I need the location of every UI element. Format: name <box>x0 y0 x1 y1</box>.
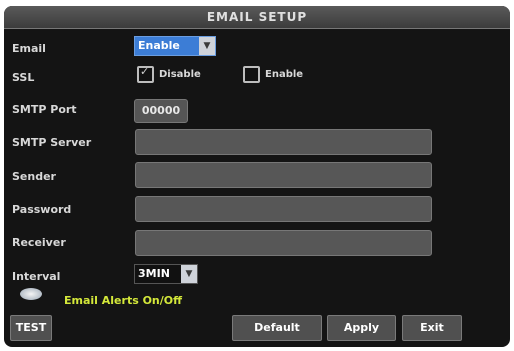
chevron-down-icon: ▼ <box>181 265 197 283</box>
email-setup-dialog: EMAIL SETUP Email Enable ▼ SSL Disable E… <box>4 6 510 347</box>
interval-dropdown[interactable]: 3MIN ▼ <box>134 264 198 284</box>
alert-icon[interactable] <box>20 288 42 300</box>
dialog-title: EMAIL SETUP <box>206 10 308 24</box>
interval-value: 3MIN <box>138 267 170 280</box>
ssl-enable-label: Enable <box>265 69 304 80</box>
email-alerts-toggle-label[interactable]: Email Alerts On/Off <box>64 294 182 307</box>
smtp-server-input[interactable] <box>135 129 432 155</box>
apply-button[interactable]: Apply <box>327 315 396 341</box>
password-label: Password <box>12 203 72 216</box>
interval-label: Interval <box>12 270 61 283</box>
default-button[interactable]: Default <box>232 315 322 341</box>
title-bar: EMAIL SETUP <box>4 6 510 29</box>
test-button[interactable]: TEST <box>10 315 52 341</box>
smtp-server-label: SMTP Server <box>12 136 92 149</box>
email-value: Enable <box>138 39 180 52</box>
ssl-disable-checkbox[interactable] <box>137 65 154 83</box>
exit-button[interactable]: Exit <box>402 315 462 341</box>
password-input[interactable] <box>135 196 432 222</box>
email-dropdown[interactable]: Enable ▼ <box>134 36 216 56</box>
smtp-port-input[interactable]: 00000 <box>134 99 188 123</box>
sender-label: Sender <box>12 170 56 183</box>
smtp-port-label: SMTP Port <box>12 103 77 116</box>
email-label: Email <box>12 42 46 55</box>
receiver-label: Receiver <box>12 236 66 249</box>
ssl-label: SSL <box>12 71 35 84</box>
ssl-enable-checkbox[interactable] <box>243 66 260 83</box>
sender-input[interactable] <box>135 162 432 188</box>
ssl-disable-label: Disable <box>159 69 201 80</box>
receiver-input[interactable] <box>135 230 432 256</box>
chevron-down-icon: ▼ <box>199 37 215 55</box>
